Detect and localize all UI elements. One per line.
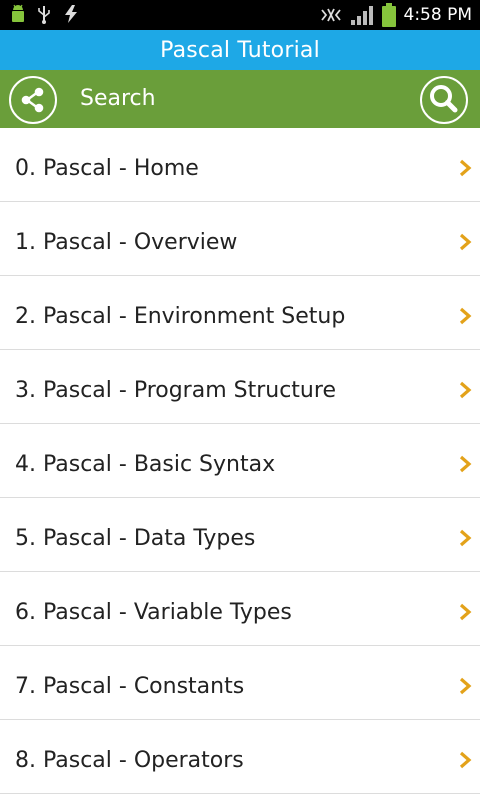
list-item-label: 7. Pascal - Constants <box>15 674 245 699</box>
list-item-label: 2. Pascal - Environment Setup <box>15 304 346 329</box>
chevron-right-icon <box>459 677 472 695</box>
nfc-icon <box>320 8 341 22</box>
signal-icon <box>350 6 373 25</box>
list-item[interactable]: 6. Pascal - Variable Types <box>0 572 480 646</box>
share-button[interactable] <box>9 76 57 124</box>
list-item[interactable]: 3. Pascal - Program Structure <box>0 350 480 424</box>
list-item[interactable]: 8. Pascal - Operators <box>0 720 480 794</box>
chevron-right-icon <box>459 603 472 621</box>
chevron-right-icon <box>459 751 472 769</box>
search-icon <box>430 85 458 113</box>
list-item[interactable]: 2. Pascal - Environment Setup <box>0 276 480 350</box>
topic-list: 0. Pascal - Home 1. Pascal - Overview 2.… <box>0 128 480 794</box>
chevron-right-icon <box>459 529 472 547</box>
list-item[interactable]: 0. Pascal - Home <box>0 128 480 202</box>
usb-icon <box>38 6 50 24</box>
chevron-right-icon <box>459 381 472 399</box>
list-item-label: 4. Pascal - Basic Syntax <box>15 452 276 477</box>
battery-icon <box>381 3 396 27</box>
search-bar: Search <box>0 70 480 128</box>
chevron-right-icon <box>459 233 472 251</box>
notification-icons <box>10 4 80 24</box>
page-title: Pascal Tutorial <box>160 37 320 63</box>
list-item-label: 5. Pascal - Data Types <box>15 526 256 551</box>
chevron-right-icon <box>459 307 472 325</box>
status-bar: 4:58 PM <box>0 0 480 30</box>
system-icons: 4:58 PM <box>320 3 473 27</box>
title-bar: Pascal Tutorial <box>0 30 480 70</box>
list-item-label: 0. Pascal - Home <box>15 156 199 181</box>
chevron-right-icon <box>459 159 472 177</box>
list-item[interactable]: 5. Pascal - Data Types <box>0 498 480 572</box>
list-item-label: 6. Pascal - Variable Types <box>15 600 292 625</box>
list-item[interactable]: 7. Pascal - Constants <box>0 646 480 720</box>
flash-icon <box>65 5 77 23</box>
list-item-label: 3. Pascal - Program Structure <box>15 378 336 403</box>
list-item[interactable]: 4. Pascal - Basic Syntax <box>0 424 480 498</box>
search-button[interactable] <box>420 76 468 124</box>
chevron-right-icon <box>459 455 472 473</box>
status-time: 4:58 PM <box>403 5 473 25</box>
list-item-label: 1. Pascal - Overview <box>15 230 238 255</box>
android-icon <box>12 4 24 22</box>
list-item[interactable]: 1. Pascal - Overview <box>0 202 480 276</box>
share-icon <box>21 87 44 113</box>
search-label[interactable]: Search <box>80 70 156 128</box>
list-item-label: 8. Pascal - Operators <box>15 748 244 773</box>
